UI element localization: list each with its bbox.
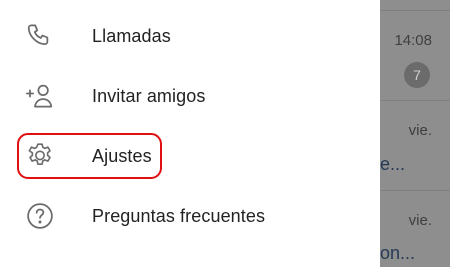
phone-icon xyxy=(24,20,56,52)
menu-item-label: Llamadas xyxy=(92,25,171,46)
chat-time: vie. xyxy=(408,212,432,229)
chat-divider xyxy=(380,100,450,101)
menu-item-calls[interactable]: Llamadas xyxy=(0,6,380,66)
chat-time: 14:08 xyxy=(394,32,432,49)
highlight-box xyxy=(17,133,162,179)
add-person-icon xyxy=(24,80,56,112)
chat-divider xyxy=(380,190,450,191)
chat-snippet: e... xyxy=(380,154,406,174)
navigation-drawer: Llamadas Invitar amigos Ajustes Pregunta… xyxy=(0,0,380,267)
chat-time: vie. xyxy=(408,122,432,139)
chat-snippet: on... xyxy=(380,243,416,263)
help-question-icon xyxy=(24,200,56,232)
menu-item-label: Invitar amigos xyxy=(92,85,206,106)
menu-item-label: Preguntas frecuentes xyxy=(92,205,266,226)
menu-item-invite-friends[interactable]: Invitar amigos xyxy=(0,66,380,126)
unread-badge: 7 xyxy=(404,62,430,88)
menu-item-faq[interactable]: Preguntas frecuentes xyxy=(0,186,380,246)
chat-divider xyxy=(380,10,450,11)
